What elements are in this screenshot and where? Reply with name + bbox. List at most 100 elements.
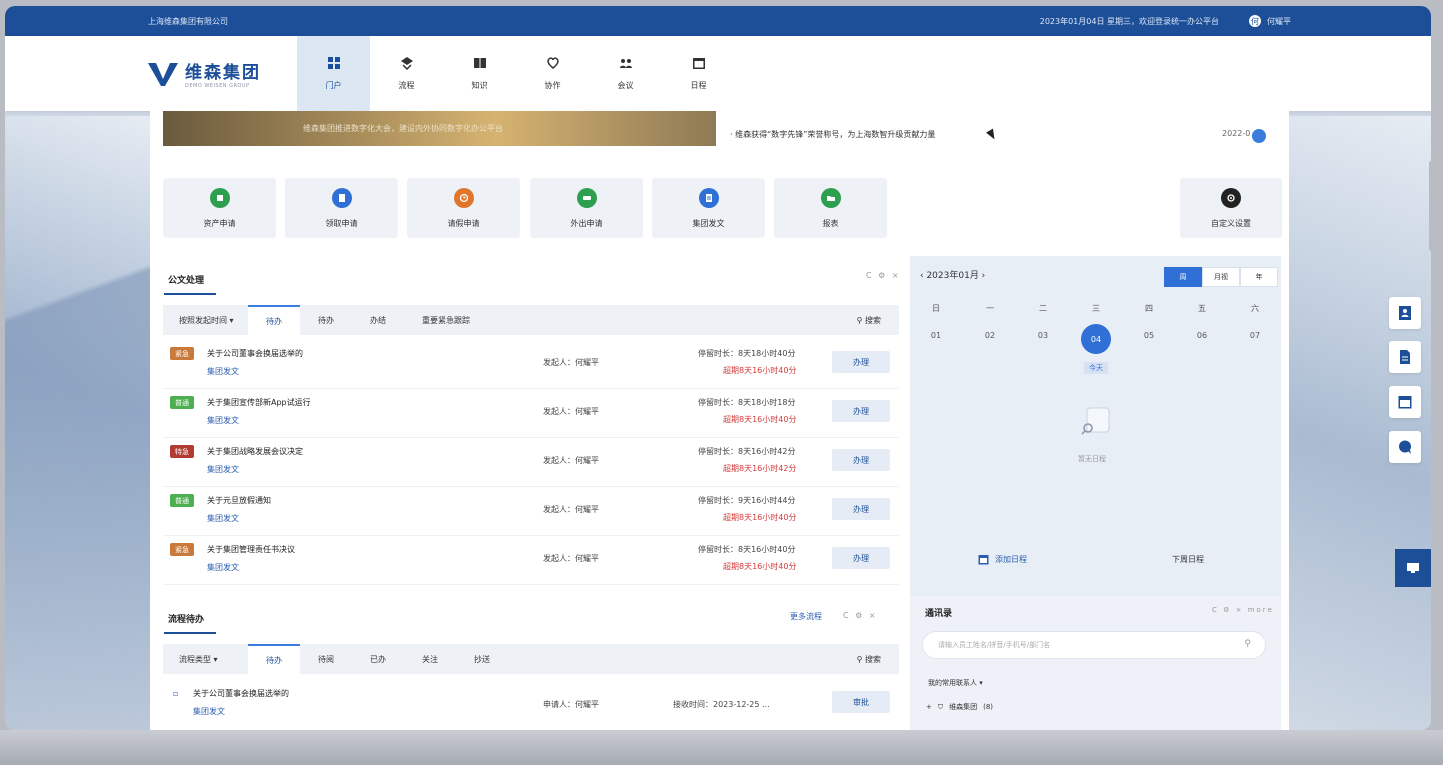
nav-meeting[interactable]: 会议 xyxy=(589,36,662,111)
calendar-day[interactable]: 06 xyxy=(1192,331,1212,340)
table-row[interactable]: 紧急 关于集团管理责任书决议 集团发文 发起人：何耀平 停留时长：8天16小时4… xyxy=(163,537,899,585)
view-year[interactable]: 年 xyxy=(1240,267,1278,287)
handle-button[interactable]: 办理 xyxy=(832,449,890,471)
org-tree-root[interactable]: + ⛉ 维森集团 (8) xyxy=(926,702,993,712)
row-title[interactable]: 关于公司董事会换届选举的 xyxy=(193,688,289,699)
search-icon[interactable]: ⚲ xyxy=(1244,639,1251,649)
page-scrollbar[interactable] xyxy=(1429,161,1431,251)
handle-button[interactable]: 办理 xyxy=(832,547,890,569)
row-sender: 发起人：何耀平 xyxy=(543,505,599,514)
calendar-day[interactable]: 01 xyxy=(926,331,946,340)
address-search-placeholder: 请输入员工姓名/拼音/手机号/部门名 xyxy=(938,641,1051,649)
nav-label: 日程 xyxy=(690,81,707,90)
table-row[interactable]: 普通 关于元旦放假通知 集团发文 发起人：何耀平 停留时长：9天16小时44分 … xyxy=(163,488,899,536)
quick-link-dispatch[interactable]: 集团发文 xyxy=(652,178,765,238)
view-week[interactable]: 周 xyxy=(1164,267,1202,287)
flow-icon xyxy=(400,57,413,70)
row-title[interactable]: 关于公司董事会换届选举的 xyxy=(207,348,303,359)
tab-flow-cc[interactable]: 抄送 xyxy=(456,644,508,674)
row-title[interactable]: 关于元旦放假通知 xyxy=(207,495,271,506)
tab-todo[interactable]: 待办 xyxy=(248,305,300,335)
table-row[interactable]: ▫ 关于公司董事会换届选举的 集团发文 申请人：何耀平 接收时间：2023-12… xyxy=(163,681,899,729)
priority-badge: 普通 xyxy=(170,494,194,507)
doc-section-title: 公文处理 xyxy=(163,273,217,295)
notice-item[interactable]: · 维森获得“数字先锋”荣誉称号，为上海数智升级贡献力量 xyxy=(730,129,935,140)
row-title[interactable]: 关于集团战略发展会议决定 xyxy=(207,446,303,457)
logo[interactable]: 维森集团 DEMO WEISEN GROUP xyxy=(147,58,297,89)
calendar-month-nav[interactable]: ‹ 2023年01月 › xyxy=(920,268,985,281)
add-schedule-button[interactable]: 添加日程 xyxy=(978,554,1027,565)
address-search-input[interactable]: 请输入员工姓名/拼音/手机号/部门名 ⚲ xyxy=(922,631,1266,659)
calendar-day[interactable]: 05 xyxy=(1139,331,1159,340)
handle-button[interactable]: 办理 xyxy=(832,351,890,373)
tab-flow-todo[interactable]: 待办 xyxy=(248,644,300,674)
nav-portal[interactable]: 门户 xyxy=(297,36,370,111)
table-row[interactable]: 特急 关于集团战略发展会议决定 集团发文 发起人：何耀平 停留时长：8天16小时… xyxy=(163,439,899,487)
priority-badge: 紧急 xyxy=(170,347,194,360)
quick-link-report[interactable]: 报表 xyxy=(774,178,887,238)
collab-icon xyxy=(546,57,559,69)
table-row[interactable]: 紧急 关于公司董事会换届选举的 集团发文 发起人：何耀平 停留时长：8天18小时… xyxy=(163,341,899,389)
row-applicant: 申请人：何耀平 xyxy=(543,700,599,709)
quick-link-custom[interactable]: 自定义设置 xyxy=(1180,178,1282,238)
flow-section-tools[interactable]: C ⚙ × xyxy=(843,611,878,620)
calendar-day[interactable]: 02 xyxy=(980,331,1000,340)
address-book-tools[interactable]: C ⚙ × more xyxy=(1212,606,1274,614)
feedback-float-button[interactable] xyxy=(1395,549,1431,587)
nav-knowledge[interactable]: 知识 xyxy=(443,36,516,111)
flow-filter-dropdown[interactable]: 流程类型 ▾ xyxy=(163,654,248,665)
logo-mark-icon xyxy=(147,60,179,88)
nav-flow[interactable]: 流程 xyxy=(370,36,443,111)
doc-filter-dropdown[interactable]: 按照发起时间 ▾ xyxy=(163,315,248,326)
calendar-today[interactable]: 04 xyxy=(1081,324,1111,354)
nav-label: 流程 xyxy=(398,81,415,90)
calendar-day[interactable]: 07 xyxy=(1245,331,1265,340)
doc-search-button[interactable]: ⚲ 搜索 xyxy=(857,315,899,326)
contacts-float-button[interactable] xyxy=(1389,297,1421,329)
table-row[interactable]: 普通 关于集团宣传部新App试运行 集团发文 发起人：何耀平 停留时长：8天18… xyxy=(163,390,899,438)
handle-button[interactable]: 办理 xyxy=(832,400,890,422)
nav-collab[interactable]: 协作 xyxy=(516,36,589,111)
meeting-icon xyxy=(619,59,632,68)
row-overdue: 超期8天16小时40分 xyxy=(723,562,797,571)
more-flows-link[interactable]: 更多流程 xyxy=(790,611,822,622)
view-month[interactable]: 月视 xyxy=(1202,267,1240,287)
quick-link-receive[interactable]: 领取申请 xyxy=(285,178,398,238)
expand-icon[interactable]: + xyxy=(926,703,932,711)
banner[interactable]: 维森集团推进数字化大会，建设内外协同数字化办公平台 xyxy=(163,111,716,146)
empty-schedule-text: 暂无日程 xyxy=(1078,455,1106,463)
row-title[interactable]: 关于集团管理责任书决议 xyxy=(207,544,295,555)
quick-link-leave[interactable]: 请假申请 xyxy=(407,178,520,238)
quick-link-outing[interactable]: 外出申请 xyxy=(530,178,643,238)
avatar: 何 xyxy=(1249,15,1261,27)
approve-button[interactable]: 审批 xyxy=(832,691,890,713)
row-title[interactable]: 关于集团宣传部新App试运行 xyxy=(207,397,311,408)
tab-flow-follow[interactable]: 关注 xyxy=(404,644,456,674)
flow-search-button[interactable]: ⚲ 搜索 xyxy=(857,654,899,665)
chat-icon xyxy=(1399,440,1411,454)
priority-badge: 特急 xyxy=(170,445,194,458)
next-week-schedule[interactable]: 下周日程 xyxy=(1172,554,1204,565)
doc-section-tools[interactable]: C ⚙ × xyxy=(866,271,901,280)
tab-done[interactable]: 办结 xyxy=(352,305,404,335)
portal-main: 维森集团推进数字化大会，建设内外协同数字化办公平台 · 维森获得“数字先锋”荣誉… xyxy=(150,111,1289,730)
calendar-float-button[interactable] xyxy=(1389,386,1421,418)
notice-badge[interactable] xyxy=(1252,129,1266,143)
row-category: 集团发文 xyxy=(207,514,239,523)
nav-schedule[interactable]: 日程 xyxy=(662,36,735,111)
chat-float-button[interactable] xyxy=(1389,431,1421,463)
tab-flow-toread[interactable]: 待阅 xyxy=(300,644,352,674)
tab-pending[interactable]: 待办 xyxy=(300,305,352,335)
row-stay-time: 停留时长：8天18小时18分 xyxy=(698,398,796,407)
quick-link-label: 资产申请 xyxy=(203,218,236,228)
tab-urgent-track[interactable]: 重要紧急跟踪 xyxy=(404,305,488,335)
document-float-button[interactable] xyxy=(1389,341,1421,373)
tab-flow-done[interactable]: 已办 xyxy=(352,644,404,674)
monitor-icon xyxy=(1407,563,1419,573)
user-menu[interactable]: 何 何耀平 xyxy=(1249,15,1291,27)
search-label: 搜索 xyxy=(865,315,881,325)
quick-link-asset[interactable]: 资产申请 xyxy=(163,178,276,238)
calendar-day[interactable]: 03 xyxy=(1033,331,1053,340)
handle-button[interactable]: 办理 xyxy=(832,498,890,520)
frequent-contacts-toggle[interactable]: 我的常用联系人 ▾ xyxy=(928,678,983,688)
